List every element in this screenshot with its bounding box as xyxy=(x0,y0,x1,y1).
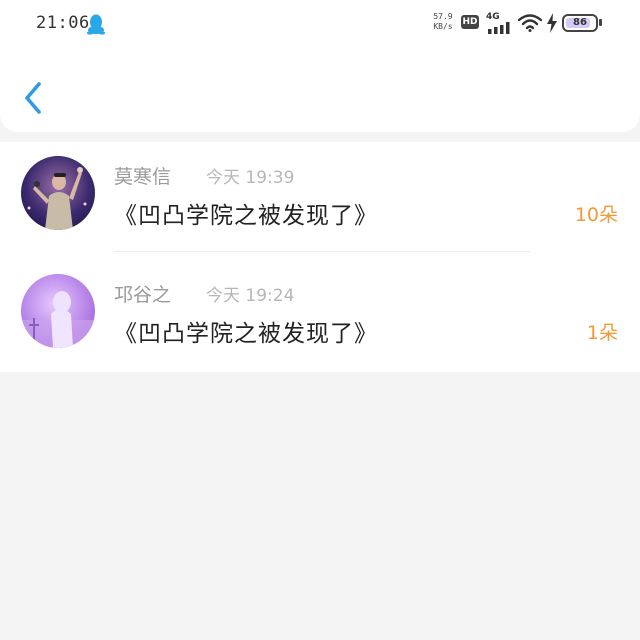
battery-cap xyxy=(599,19,602,26)
flower-count: 10朵 xyxy=(574,204,618,226)
message-text: 《凹凸学院之被发现了》 xyxy=(114,203,378,229)
status-bar: 21:06 57.9 KB/s HD 4G 86 xyxy=(0,0,640,50)
message-time: 今天 19:24 xyxy=(206,286,295,306)
battery-icon: 86 xyxy=(562,14,598,32)
charging-bolt-icon xyxy=(547,13,557,33)
back-button[interactable] xyxy=(18,78,54,118)
message-text: 《凹凸学院之被发现了》 xyxy=(114,321,378,347)
avatar[interactable] xyxy=(21,274,95,348)
list-item[interactable]: 邛谷之 今天 19:24 《凹凸学院之被发现了》 1朵 xyxy=(0,260,640,375)
wifi-icon xyxy=(518,14,542,32)
signal-4g-icon: 4G xyxy=(486,12,514,34)
signal-bars-icon xyxy=(488,22,510,34)
net-speed: 57.9 KB/s xyxy=(430,12,456,32)
network-label: 4G xyxy=(486,12,500,22)
sender-name: 莫寒信 xyxy=(114,166,172,188)
avatar-image xyxy=(27,167,87,230)
list-item[interactable]: 莫寒信 今天 19:39 《凹凸学院之被发现了》 10朵 xyxy=(0,142,640,257)
battery-percent: 86 xyxy=(573,17,587,28)
qq-penguin-icon xyxy=(86,14,106,35)
hd-icon: HD xyxy=(461,15,479,29)
avatar-image xyxy=(21,291,95,348)
sender-name: 邛谷之 xyxy=(114,284,172,306)
status-time: 21:06 xyxy=(36,13,90,33)
divider xyxy=(114,251,530,252)
avatar[interactable] xyxy=(21,156,95,230)
flower-count: 1朵 xyxy=(586,322,618,344)
net-speed-unit: KB/s xyxy=(433,22,453,31)
message-list: 莫寒信 今天 19:39 《凹凸学院之被发现了》 10朵 邛谷之 今天 19:2… xyxy=(0,142,640,372)
message-time: 今天 19:39 xyxy=(206,168,295,188)
net-speed-value: 57.9 xyxy=(433,12,453,21)
header-card: 21:06 57.9 KB/s HD 4G 86 xyxy=(0,0,640,132)
chevron-left-icon xyxy=(25,82,41,114)
